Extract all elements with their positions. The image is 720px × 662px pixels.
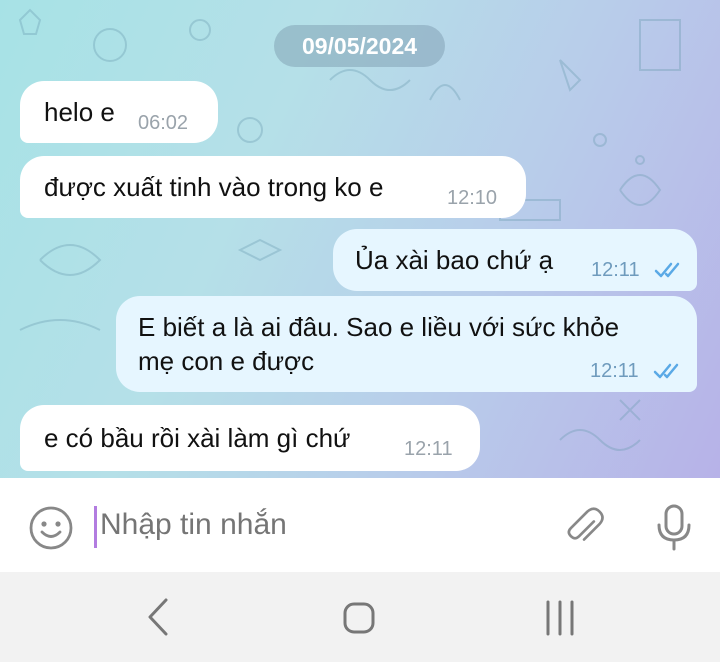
message-bubble-incoming[interactable]: helo e 06:02 xyxy=(20,81,218,143)
message-text: được xuất tinh vào trong ko e xyxy=(44,172,384,202)
message-bubble-outgoing[interactable]: Ủa xài bao chứ ạ 12:11 xyxy=(333,229,697,291)
date-separator: 09/05/2024 xyxy=(274,25,445,67)
read-ticks-icon xyxy=(653,363,679,379)
message-text: e có bầu rồi xài làm gì chứ xyxy=(44,423,351,453)
recents-icon[interactable] xyxy=(540,598,580,638)
back-icon[interactable] xyxy=(140,596,176,638)
message-text: Ủa xài bao chứ ạ xyxy=(355,245,554,275)
text-cursor xyxy=(94,506,97,548)
message-bubble-incoming[interactable]: e có bầu rồi xài làm gì chứ 12:11 xyxy=(20,405,480,471)
message-text: E biết a là ai đâu. Sao e liều với sức k… xyxy=(138,310,619,378)
message-time: 12:11 xyxy=(590,360,639,382)
emoji-icon[interactable] xyxy=(28,505,74,551)
message-bubble-outgoing[interactable]: E biết a là ai đâu. Sao e liều với sức k… xyxy=(116,296,697,392)
home-icon[interactable] xyxy=(339,598,379,638)
message-text-line: mẹ con e được xyxy=(138,346,315,376)
message-text-line: E biết a là ai đâu. Sao e liều với sức k… xyxy=(138,312,620,342)
message-bubble-incoming[interactable]: được xuất tinh vào trong ko e 12:10 xyxy=(20,156,526,218)
chat-background: 09/05/2024 helo e 06:02 được xuất tinh v… xyxy=(0,0,720,478)
message-input[interactable] xyxy=(100,508,520,542)
message-text: helo e xyxy=(44,97,115,127)
message-time: 06:02 xyxy=(138,112,189,134)
message-time: 12:11 xyxy=(591,259,640,281)
message-time: 12:10 xyxy=(447,187,498,209)
message-time: 12:11 xyxy=(404,438,453,460)
paperclip-icon[interactable] xyxy=(560,504,610,552)
microphone-icon[interactable] xyxy=(654,503,694,553)
read-ticks-icon xyxy=(654,262,680,278)
